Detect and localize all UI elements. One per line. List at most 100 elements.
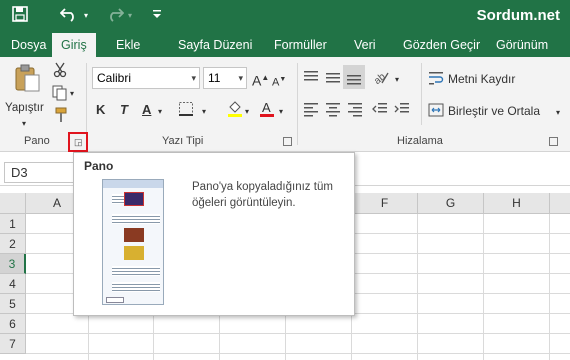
ribbon-tabs: Dosya Giriş Ekle Sayfa Düzeni Formüller …: [0, 33, 570, 57]
clipboard-launcher-button[interactable]: ◲: [68, 132, 88, 152]
format-painter-icon[interactable]: [52, 107, 68, 128]
align-center-icon[interactable]: [325, 101, 341, 122]
column-header[interactable]: G: [418, 193, 484, 214]
borders-dropdown-icon[interactable]: ▾: [202, 103, 206, 121]
group-label-yazi-tipi: Yazı Tipi: [162, 135, 204, 147]
tab-giris[interactable]: Giriş: [52, 33, 96, 57]
customize-qat-icon[interactable]: [152, 6, 162, 28]
alignment-launcher-icon[interactable]: [549, 137, 558, 146]
shrink-font-button[interactable]: A▼: [272, 71, 286, 92]
underline-dropdown-icon[interactable]: ▾: [158, 103, 162, 121]
column-header[interactable]: H: [484, 193, 550, 214]
column-header[interactable]: F: [352, 193, 418, 214]
row-header[interactable]: 4: [0, 274, 26, 294]
preview-item: [106, 212, 160, 226]
svg-text:A: A: [262, 100, 271, 115]
preview-picture: [124, 246, 144, 260]
preview-picture: [124, 228, 144, 242]
underline-button[interactable]: A: [142, 101, 151, 119]
preview-options-button: [106, 297, 124, 303]
tab-ekle[interactable]: Ekle: [107, 33, 149, 57]
group-label-pano: Pano: [24, 135, 50, 147]
copy-icon[interactable]: [52, 85, 68, 106]
title-bar: ▾ ▾ Sordum.net: [0, 0, 570, 33]
font-color-icon[interactable]: A: [258, 99, 276, 122]
italic-button[interactable]: T: [120, 101, 128, 119]
font-name-combo[interactable]: Calibri ▾: [92, 67, 200, 89]
align-middle-icon[interactable]: [325, 69, 341, 90]
align-bottom-button[interactable]: [343, 65, 365, 89]
gridline: [417, 214, 418, 360]
align-left-icon[interactable]: [303, 101, 319, 122]
merge-center-button[interactable]: Birleştir ve Ortala: [448, 102, 540, 120]
row-header[interactable]: 6: [0, 314, 26, 334]
watermark: Sordum.net: [476, 7, 560, 24]
preview-item: [106, 264, 160, 278]
bold-button[interactable]: K: [96, 101, 105, 119]
preview-item: [106, 228, 160, 242]
grow-font-button[interactable]: A▲: [252, 69, 269, 90]
merge-center-dropdown-icon[interactable]: ▾: [556, 104, 560, 122]
preview-item: [106, 280, 160, 294]
row-header-selected[interactable]: 3: [0, 254, 26, 274]
tab-sayfa-duzeni[interactable]: Sayfa Düzeni: [169, 33, 261, 57]
gridline: [26, 333, 570, 334]
preview-item: [106, 192, 160, 206]
font-size-value: 11: [208, 71, 221, 85]
row-header[interactable]: 7: [0, 334, 26, 354]
redo-icon[interactable]: [106, 6, 125, 28]
preview-line: [112, 282, 160, 292]
decrease-indent-icon[interactable]: [372, 101, 388, 122]
preview-line: [112, 266, 160, 276]
font-launcher-icon[interactable]: [283, 137, 292, 146]
clipboard-tooltip: Pano Pano'ya kopyaladığınız tüm öğeleri …: [73, 152, 355, 316]
tab-veri[interactable]: Veri: [345, 33, 385, 57]
font-name-value: Calibri: [97, 71, 132, 85]
align-right-icon[interactable]: [347, 101, 363, 122]
clipboard-pane-preview-image: [102, 179, 164, 305]
group-label-hizalama: Hizalama: [397, 135, 443, 147]
increase-indent-icon[interactable]: [394, 101, 410, 122]
tab-formuller[interactable]: Formüller: [265, 33, 336, 57]
row-header[interactable]: 5: [0, 294, 26, 314]
save-icon[interactable]: [12, 6, 28, 28]
fill-color-icon[interactable]: [226, 99, 244, 122]
font-size-dropdown-icon[interactable]: ▾: [238, 68, 243, 88]
fill-color-dropdown-icon[interactable]: ▾: [245, 103, 249, 121]
group-divider: [421, 63, 422, 125]
redo-dropdown-icon[interactable]: ▾: [128, 6, 132, 26]
cut-icon[interactable]: [53, 62, 67, 83]
row-header[interactable]: 1: [0, 214, 26, 234]
row-header[interactable]: 2: [0, 234, 26, 254]
copy-dropdown-icon[interactable]: ▾: [70, 85, 74, 103]
orientation-dropdown-icon[interactable]: ▾: [395, 71, 399, 89]
merge-center-icon[interactable]: [428, 102, 444, 123]
undo-dropdown-icon[interactable]: ▾: [84, 6, 88, 26]
preview-header: [103, 180, 163, 188]
tab-gozden-gecir[interactable]: Gözden Geçir: [394, 33, 489, 57]
gridline: [26, 353, 570, 354]
preview-line: [112, 214, 160, 224]
font-size-combo[interactable]: 11 ▾: [203, 67, 247, 89]
name-box[interactable]: D3: [4, 162, 74, 183]
group-divider: [297, 63, 298, 145]
gridline: [549, 214, 550, 360]
preview-item: [106, 246, 160, 260]
wrap-text-icon[interactable]: [428, 70, 444, 91]
select-all-corner[interactable]: [0, 193, 26, 214]
paste-dropdown-icon[interactable]: ▾: [22, 115, 26, 133]
tab-dosya[interactable]: Dosya: [2, 33, 55, 57]
tooltip-title: Pano: [84, 159, 114, 173]
undo-icon[interactable]: [59, 6, 78, 28]
gridline: [483, 214, 484, 360]
orientation-icon[interactable]: ab: [372, 69, 390, 90]
align-top-icon[interactable]: [303, 69, 319, 90]
paste-icon[interactable]: [10, 63, 44, 93]
font-name-dropdown-icon[interactable]: ▾: [191, 68, 196, 88]
font-color-dropdown-icon[interactable]: ▾: [279, 103, 283, 121]
tooltip-description: Pano'ya kopyaladığınız tüm öğeleri görün…: [192, 181, 333, 209]
tab-gorunum[interactable]: Görünüm: [487, 33, 557, 57]
borders-icon[interactable]: [178, 101, 194, 122]
preview-line: [112, 194, 124, 204]
wrap-text-button[interactable]: Metni Kaydır: [448, 70, 515, 88]
